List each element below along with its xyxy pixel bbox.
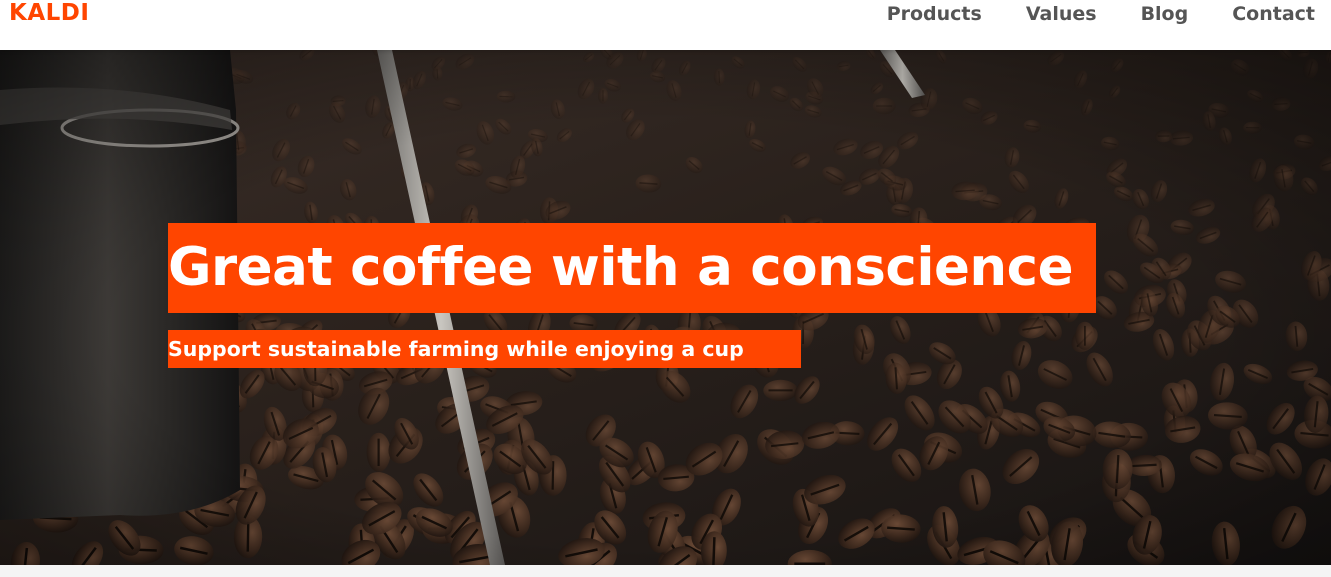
page-bottom-strip <box>0 565 1331 577</box>
main-nav: Products Values Blog Contact <box>843 0 1315 28</box>
nav-item-products[interactable]: Products <box>887 1 982 27</box>
hero-section: Great coffee with a conscience Support s… <box>0 50 1331 565</box>
brand-logo[interactable]: KALDI <box>9 0 89 28</box>
hero-subtitle: Support sustainable farming while enjoyi… <box>168 330 801 368</box>
site-header: KALDI Products Values Blog Contact <box>0 0 1331 50</box>
nav-item-blog[interactable]: Blog <box>1141 1 1189 27</box>
nav-item-contact[interactable]: Contact <box>1232 1 1315 27</box>
hero-title: Great coffee with a conscience <box>168 223 1096 313</box>
nav-item-values[interactable]: Values <box>1026 1 1097 27</box>
